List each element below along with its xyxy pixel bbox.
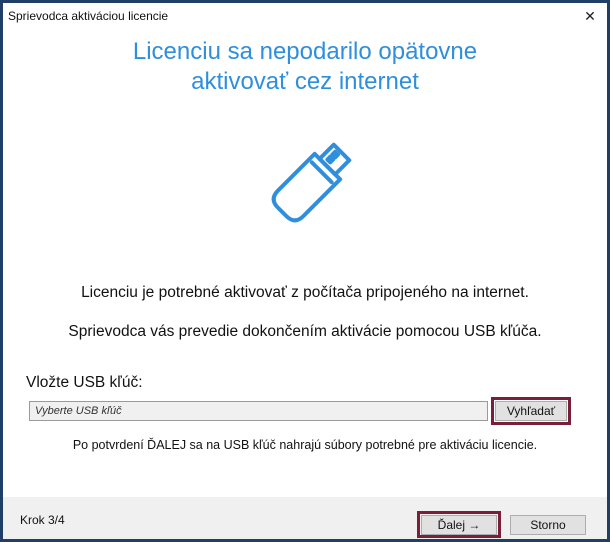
confirm-note: Po potvrdení ĎALEJ sa na USB kľúč nahraj… [72, 438, 538, 452]
cancel-button[interactable]: Storno [510, 515, 586, 535]
usb-drive-select[interactable]: Vyberte USB kľúč [29, 401, 488, 421]
window-title: Sprievodca aktiváciou licencie [8, 9, 169, 23]
next-button[interactable]: Ďalej → [421, 515, 497, 535]
wizard-footer: Krok 3/4 Ďalej → Storno [3, 497, 607, 539]
close-icon: ✕ [584, 7, 596, 24]
headline-line-2: aktivovať cez internet [191, 68, 419, 95]
page-headline: Licenciu sa nepodarilo opätovne aktivova… [3, 37, 607, 97]
title-bar: Sprievodca aktiváciou licencie ✕ [3, 3, 607, 31]
step-indicator: Krok 3/4 [20, 513, 65, 527]
close-button[interactable]: ✕ [573, 3, 607, 29]
info-text-1: Licenciu je potrebné aktivovať z počítač… [81, 284, 529, 301]
info-text-2: Sprievodca vás prevedie dokončením aktiv… [68, 323, 542, 340]
usb-drive-icon [249, 125, 369, 245]
usb-select-label: Vložte USB kľúč: [26, 374, 143, 391]
activation-wizard-window: Sprievodca aktiváciou licencie ✕ Licenci… [0, 0, 610, 542]
headline-line-1: Licenciu sa nepodarilo opätovne [132, 38, 478, 65]
search-button[interactable]: Vyhľadať [495, 401, 567, 421]
